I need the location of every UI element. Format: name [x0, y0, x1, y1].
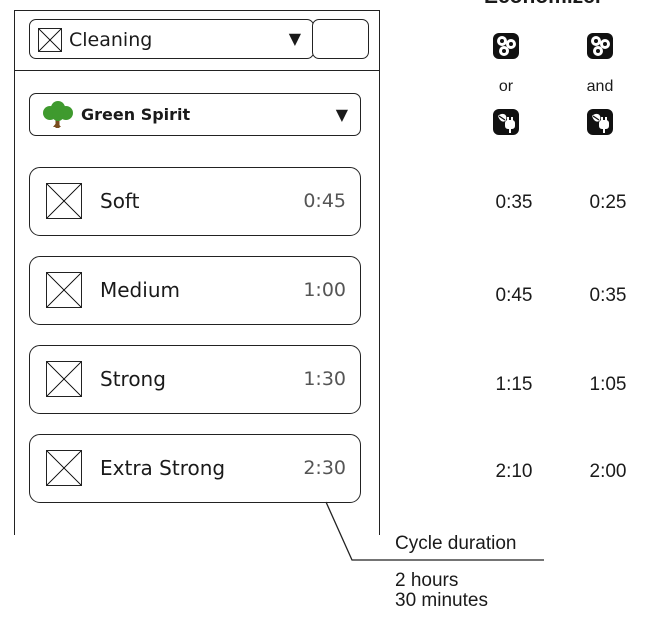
dishes-icon [493, 33, 519, 59]
eco-plug-icon [493, 109, 519, 135]
economizer-and-value: 0:35 [589, 285, 627, 306]
program-label: Green Spirit [81, 105, 191, 124]
program-checkbox[interactable] [46, 272, 82, 308]
eco-plug-icon [587, 109, 613, 135]
economizer-or-value: 1:15 [495, 374, 533, 395]
economizer-or-value: 2:10 [495, 461, 533, 482]
economizer-and-value: 0:25 [589, 192, 627, 213]
program-strong-button[interactable]: Strong 1:30 [29, 345, 361, 414]
program-dropdown[interactable]: Green Spirit ▼ [29, 93, 361, 136]
callout-label: Cycle duration [395, 533, 517, 554]
device-panel: Cleaning ▼ Green Spirit ▼ Soft 0:45 Medi… [14, 10, 380, 535]
program-duration: 1:30 [303, 368, 346, 390]
connector-or: or [498, 78, 514, 95]
chevron-down-icon: ▼ [335, 105, 348, 124]
cleaning-checkbox[interactable] [38, 28, 62, 52]
economizer-title: Economizer [484, 0, 603, 9]
program-medium-button[interactable]: Medium 1:00 [29, 256, 361, 325]
economizer-or-value: 0:35 [495, 192, 533, 213]
program-checkbox[interactable] [46, 450, 82, 486]
side-button[interactable] [312, 19, 369, 59]
economizer-and-value: 1:05 [589, 374, 627, 395]
callout-value-line1: 2 hours [395, 570, 459, 591]
tree-icon [43, 101, 73, 128]
callout-value-line2: 30 minutes [395, 590, 488, 611]
chevron-down-icon: ▼ [288, 29, 301, 48]
program-duration: 1:00 [303, 279, 346, 301]
cleaning-label: Cleaning [69, 29, 153, 51]
divider [15, 70, 379, 71]
program-soft-button[interactable]: Soft 0:45 [29, 167, 361, 236]
program-checkbox[interactable] [46, 183, 82, 219]
program-name: Extra Strong [100, 456, 226, 480]
program-name: Strong [100, 367, 166, 391]
program-name: Medium [100, 278, 180, 302]
program-extra-strong-button[interactable]: Extra Strong 2:30 [29, 434, 361, 503]
program-checkbox[interactable] [46, 361, 82, 397]
economizer-and-value: 2:00 [589, 461, 627, 482]
economizer-or-value: 0:45 [495, 285, 533, 306]
cleaning-dropdown[interactable]: Cleaning ▼ [29, 19, 314, 59]
dishes-icon [587, 33, 613, 59]
connector-and: and [586, 78, 614, 95]
program-duration: 0:45 [303, 190, 346, 212]
program-name: Soft [100, 189, 140, 213]
program-duration: 2:30 [303, 457, 346, 479]
